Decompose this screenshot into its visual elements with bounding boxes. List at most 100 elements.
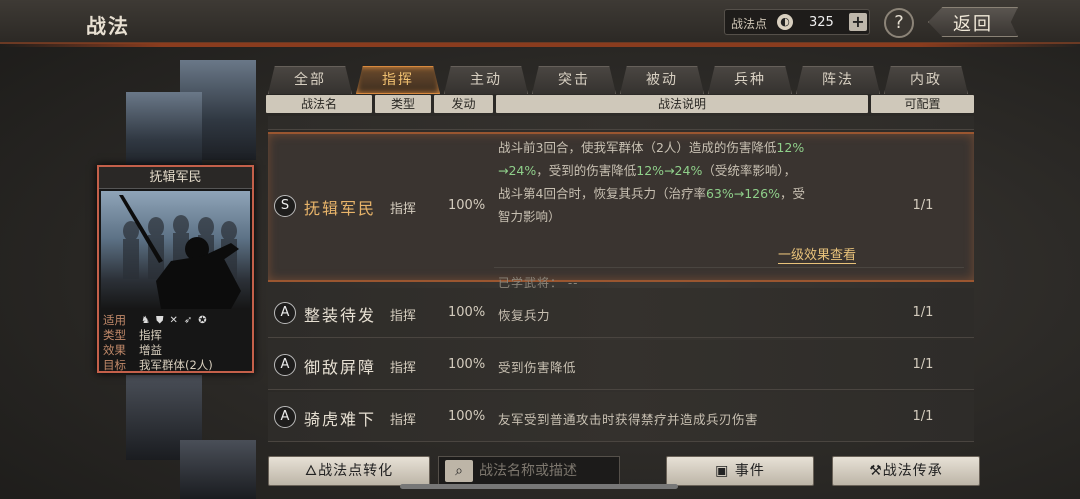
grade-badge: A bbox=[274, 354, 296, 376]
tab-internal[interactable]: 内政 bbox=[884, 66, 968, 94]
table-row-selected[interactable]: S 抚辑军民 指挥 100% 战斗前3回合，使我军群体（2人）造成的伤害降低12… bbox=[268, 132, 974, 290]
card-artwork bbox=[101, 191, 250, 309]
tactic-name: 抚辑军民 bbox=[304, 199, 377, 218]
inherit-label: 战法传承 bbox=[882, 463, 943, 479]
column-header-config: 可配置 bbox=[871, 95, 974, 113]
card-title: 抚辑军民 bbox=[99, 167, 252, 189]
search-icon[interactable]: ⌕ bbox=[445, 460, 473, 482]
event-button[interactable]: ▣ 事件 bbox=[666, 456, 814, 486]
divider bbox=[494, 267, 964, 268]
tab-passive[interactable]: 被动 bbox=[620, 66, 704, 94]
background-art-strip bbox=[180, 440, 256, 499]
tactic-description: 恢复兵力 bbox=[498, 308, 551, 323]
table-row[interactable]: A 骑虎难下 指挥 100% 友军受到普通攻击时获得禁疗并造成兵刃伤害 1/1 bbox=[268, 392, 974, 442]
card-value: 指挥 bbox=[139, 328, 162, 342]
background-art-strip bbox=[126, 92, 202, 172]
card-row-effect: 效果 增益 bbox=[103, 343, 213, 358]
compass-icon: ◐ bbox=[777, 14, 793, 30]
tab-assault[interactable]: 突击 bbox=[532, 66, 616, 94]
card-row-type: 类型 指挥 bbox=[103, 328, 213, 343]
tab-troop[interactable]: 兵种 bbox=[708, 66, 792, 94]
spear-icon: ➶ bbox=[183, 315, 193, 326]
tactic-name: 整装待发 bbox=[304, 306, 377, 325]
tactic-type: 指挥 bbox=[390, 309, 417, 324]
card-row-target: 目标 我军群体(2人) bbox=[103, 358, 213, 373]
tactic-points-label: 战法点 bbox=[731, 17, 768, 31]
tactic-rate: 100% bbox=[448, 198, 486, 213]
card-key: 效果 bbox=[103, 343, 126, 357]
desc-text: 战斗第4回合时，恢复其兵力（治疗率 bbox=[498, 186, 706, 201]
convert-points-label: 战法点转化 bbox=[318, 463, 394, 479]
tab-formation[interactable]: 阵法 bbox=[796, 66, 880, 94]
tactic-card: 抚辑军民 适用 ♞ ⛊ ✕ ➶ ✪ 类型 指挥 效果 增益 目标 我军群体(2人… bbox=[97, 165, 254, 373]
tactic-rate: 100% bbox=[448, 357, 486, 372]
flame-icon: 🜂 bbox=[304, 463, 319, 479]
tactic-list[interactable]: S 抚辑军民 指挥 100% 战斗前3回合，使我军群体（2人）造成的伤害降低12… bbox=[268, 116, 974, 444]
tactic-rate: 100% bbox=[448, 305, 486, 320]
home-indicator bbox=[400, 484, 678, 489]
event-label: 事件 bbox=[734, 463, 765, 479]
top-bar: 战法 战法点 ◐ 325 + ? 返回 bbox=[0, 0, 1080, 47]
column-header-rate: 发动 bbox=[434, 95, 493, 113]
tactic-name: 骑虎难下 bbox=[304, 410, 377, 429]
grade-badge: A bbox=[274, 302, 296, 324]
tactic-type: 指挥 bbox=[390, 413, 417, 428]
search-input[interactable] bbox=[479, 460, 617, 482]
card-value: 增益 bbox=[139, 343, 162, 357]
tactic-config: 1/1 bbox=[912, 409, 934, 424]
event-icon: ▣ bbox=[715, 463, 730, 479]
back-button-label[interactable]: 返回 bbox=[953, 10, 993, 36]
tactic-description: 受到伤害降低 bbox=[498, 360, 577, 375]
desc-value: 12% bbox=[776, 140, 805, 155]
tactic-type: 指挥 bbox=[390, 361, 417, 376]
category-tabs: 全部 指挥 主动 突击 被动 兵种 阵法 内政 bbox=[268, 66, 968, 94]
warrior-illustration bbox=[119, 195, 241, 309]
card-info: 适用 ♞ ⛊ ✕ ➶ ✪ 类型 指挥 效果 增益 目标 我军群体(2人) bbox=[103, 313, 213, 373]
shield-icon: ⛊ bbox=[155, 315, 164, 326]
tactic-points-panel: 战法点 ◐ 325 + bbox=[724, 9, 870, 35]
tactic-config: 1/1 bbox=[912, 305, 934, 320]
tactic-description: 友军受到普通攻击时获得禁疗并造成兵刃伤害 bbox=[498, 412, 759, 427]
desc-text: 战斗前3回合，使我军群体（2人）造成的伤害降低 bbox=[498, 140, 777, 155]
column-header-name: 战法名 bbox=[266, 95, 372, 113]
desc-value: 12%→24% bbox=[636, 163, 703, 178]
card-key: 适用 bbox=[103, 313, 126, 327]
help-button[interactable]: ? bbox=[884, 8, 914, 38]
tab-command[interactable]: 指挥 bbox=[356, 66, 440, 94]
card-key: 类型 bbox=[103, 328, 126, 342]
add-points-button[interactable]: + bbox=[849, 13, 867, 31]
convert-points-button[interactable]: 🜂战法点转化 bbox=[268, 456, 430, 486]
tactic-points-value: 325 bbox=[809, 15, 834, 30]
desc-text: ，受 bbox=[779, 186, 805, 201]
hammer-icon: ⚒ bbox=[869, 463, 883, 479]
desc-value: 63%→126% bbox=[705, 186, 780, 201]
table-row-partial[interactable] bbox=[268, 116, 974, 130]
table-row[interactable]: A 御敌屏障 指挥 100% 受到伤害降低 1/1 bbox=[268, 340, 974, 390]
desc-value: →24% bbox=[498, 163, 537, 178]
card-row-apply: 适用 ♞ ⛊ ✕ ➶ ✪ bbox=[103, 313, 213, 328]
tactic-full-description: 战斗前3回合，使我军群体（2人）造成的伤害降低12% →24%，受到的伤害降低1… bbox=[498, 136, 868, 228]
tactic-name: 御敌屏障 bbox=[304, 358, 377, 377]
table-row[interactable]: A 整装待发 指挥 100% 恢复兵力 1/1 bbox=[268, 288, 974, 338]
tactic-rate: 100% bbox=[448, 409, 486, 424]
column-header-type: 类型 bbox=[375, 95, 431, 113]
tab-active[interactable]: 主动 bbox=[444, 66, 528, 94]
unit-type-icons: ♞ ⛊ ✕ ➶ ✪ bbox=[141, 313, 207, 328]
tactic-config: 1/1 bbox=[912, 357, 934, 372]
wheel-icon: ✪ bbox=[198, 315, 207, 326]
grade-badge: S bbox=[274, 195, 296, 217]
desc-text: 智力影响） bbox=[498, 209, 561, 224]
page-title: 战法 bbox=[86, 14, 130, 38]
level-effect-link[interactable]: 一级效果查看 bbox=[778, 244, 857, 264]
cross-swords-icon: ✕ bbox=[169, 315, 178, 326]
tactic-config: 1/1 bbox=[912, 198, 934, 213]
tab-all[interactable]: 全部 bbox=[268, 66, 352, 94]
card-key: 目标 bbox=[103, 358, 126, 372]
desc-text: （受统率影响）， bbox=[702, 163, 797, 178]
horse-icon: ♞ bbox=[141, 315, 150, 326]
search-box[interactable]: ⌕ bbox=[438, 456, 620, 486]
card-value: 我军群体(2人) bbox=[139, 358, 213, 372]
grade-badge: A bbox=[274, 406, 296, 428]
tactic-type: 指挥 bbox=[390, 202, 417, 217]
inherit-button[interactable]: ⚒战法传承 bbox=[832, 456, 980, 486]
